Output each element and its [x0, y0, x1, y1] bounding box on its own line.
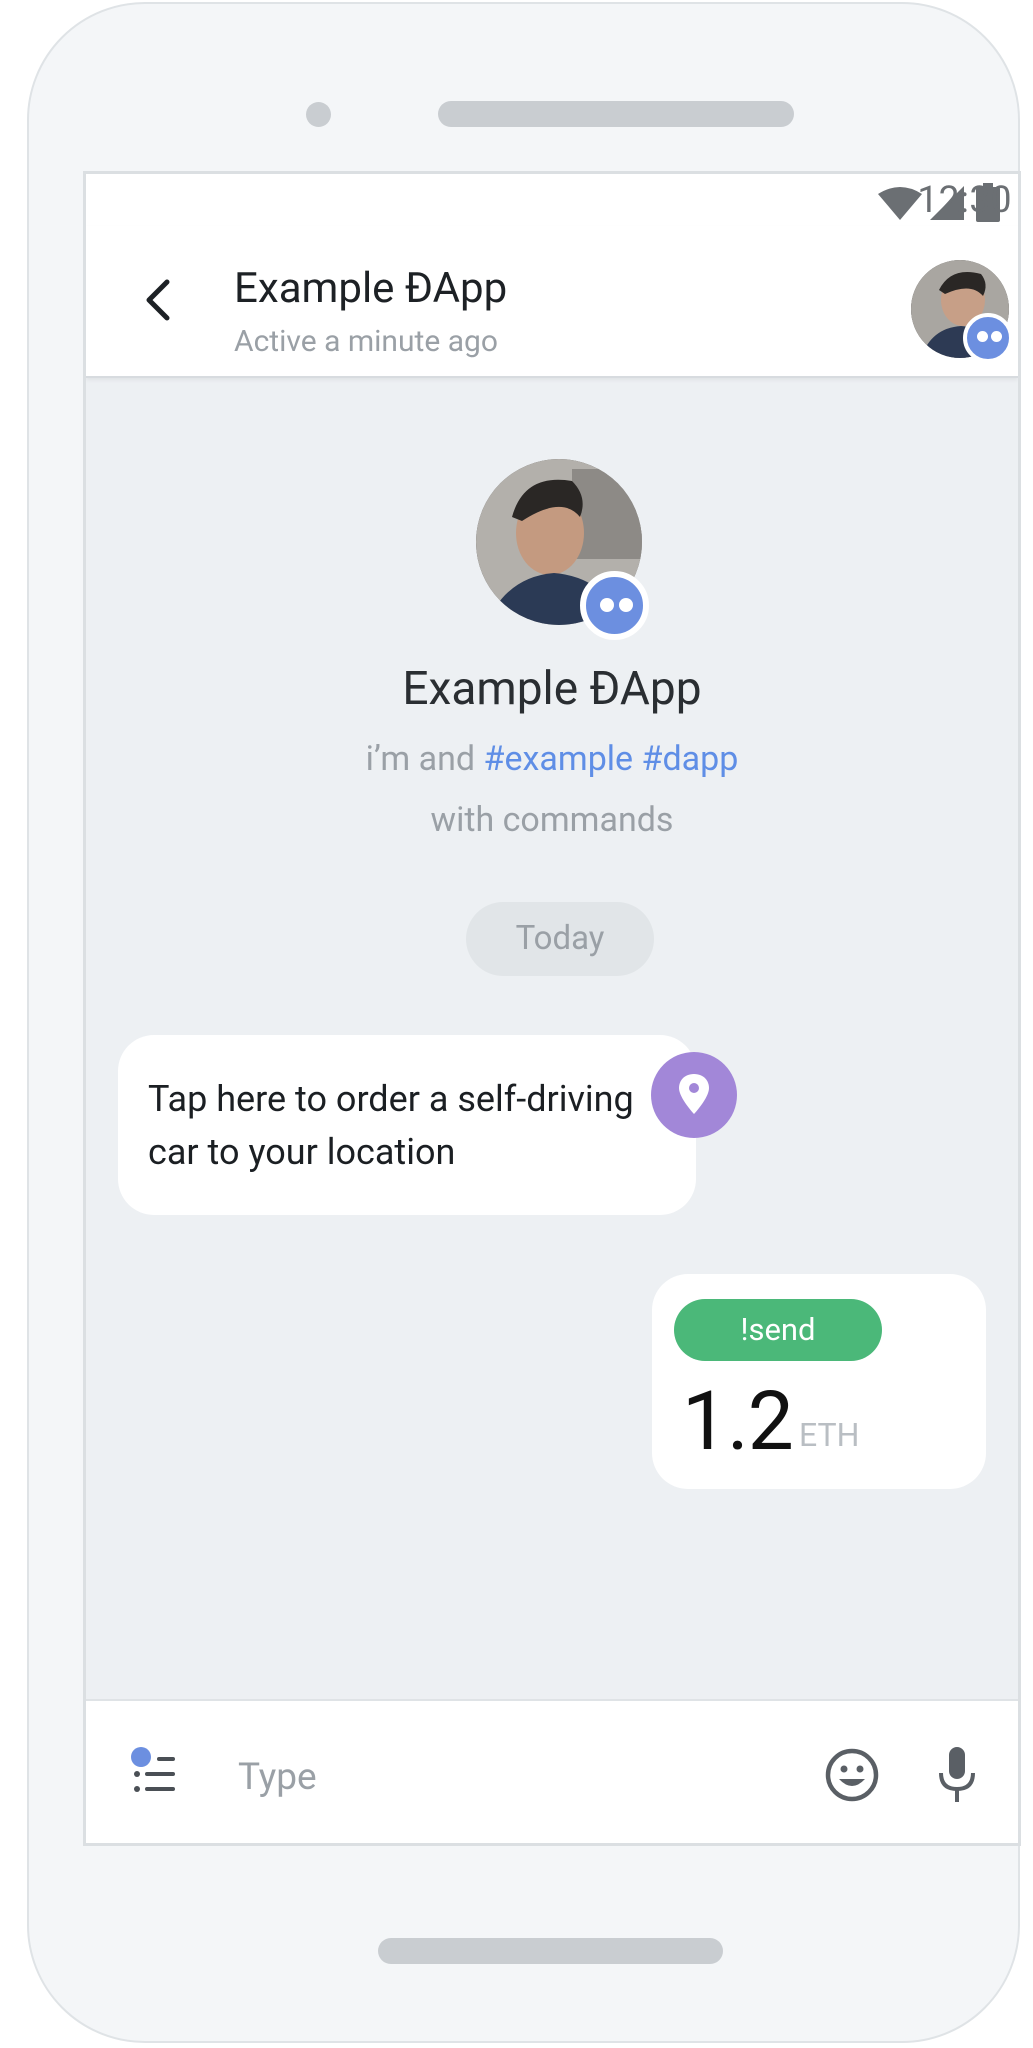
send-command-badge: !send [674, 1299, 882, 1361]
outgoing-command-message[interactable]: !send 1.2 ETH [652, 1274, 986, 1489]
date-divider: Today [466, 902, 654, 976]
dapp-badge-icon [580, 571, 649, 640]
description-prefix: i’m and [365, 739, 484, 779]
profile-tags[interactable]: #example #dapp [484, 739, 739, 779]
chat-title: Example ĐApp [234, 264, 508, 313]
dapp-badge-icon [963, 313, 1013, 363]
home-indicator [378, 1938, 723, 1964]
input-bar [86, 1699, 1018, 1843]
profile-name: Example ĐApp [402, 662, 702, 716]
microphone-icon[interactable] [936, 1745, 978, 1805]
chat-screen: 12:30 Example ĐApp Active a minute ago E… [83, 171, 1021, 1846]
status-bar: 12:30 [86, 174, 1018, 226]
emoji-icon[interactable] [824, 1747, 880, 1803]
back-icon[interactable] [141, 278, 177, 322]
location-button[interactable] [651, 1052, 737, 1138]
status-time: 12:30 [917, 179, 1012, 222]
location-pin-icon [679, 1074, 709, 1114]
earpiece-speaker [438, 101, 794, 127]
profile-description-suffix: with commands [430, 800, 674, 840]
front-camera [306, 102, 331, 127]
send-unit: ETH [799, 1416, 860, 1454]
phone-frame: 12:30 Example ĐApp Active a minute ago E… [27, 2, 1021, 2043]
chat-header: Example ĐApp Active a minute ago [86, 226, 1018, 378]
incoming-message[interactable]: Tap here to order a self-driving car to … [118, 1035, 696, 1215]
commands-icon[interactable] [131, 1747, 181, 1799]
profile-description: i’m and #example #dapp [86, 739, 1018, 779]
chat-status: Active a minute ago [234, 324, 498, 359]
send-amount: 1.2 [682, 1374, 794, 1470]
message-text: Tap here to order a self-driving car to … [148, 1078, 634, 1173]
message-input[interactable] [236, 1741, 840, 1813]
